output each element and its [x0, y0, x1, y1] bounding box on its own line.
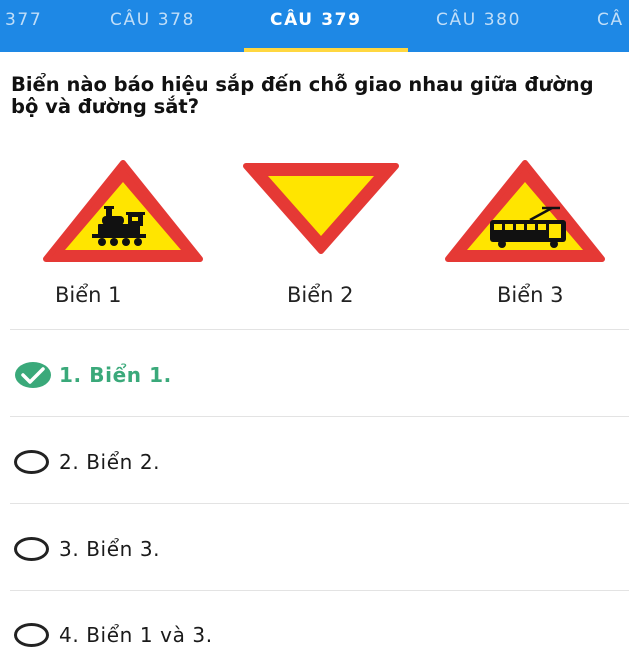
- answer-option-3[interactable]: 3. Biển 3.: [0, 530, 629, 570]
- divider: [10, 329, 629, 330]
- answer-option-1[interactable]: 1. Biển 1.: [0, 356, 629, 396]
- tab-question-381[interactable]: CÂ: [597, 0, 624, 52]
- give-way-sign-icon: [243, 163, 399, 254]
- answer-option-2-label: 2. Biển 2.: [59, 450, 161, 474]
- tab-question-377[interactable]: 377: [5, 0, 42, 52]
- sign-label-2: Biển 2: [287, 283, 354, 307]
- active-tab-indicator: [244, 48, 408, 52]
- answer-option-1-label: 1. Biển 1.: [59, 363, 172, 387]
- sign-label-3: Biển 3: [497, 283, 564, 307]
- tab-question-379[interactable]: CÂU 379: [270, 0, 362, 52]
- answer-option-4[interactable]: 4. Biển 1 và 3.: [0, 616, 629, 656]
- answer-option-3-label: 3. Biển 3.: [59, 537, 161, 561]
- radio-button-icon[interactable]: [14, 623, 49, 647]
- train-warning-sign-icon: [43, 160, 203, 262]
- answer-option-4-label: 4. Biển 1 và 3.: [59, 623, 213, 647]
- radio-button-icon[interactable]: [14, 450, 49, 474]
- tab-question-380[interactable]: CÂU 380: [436, 0, 521, 52]
- check-icon: [15, 362, 51, 388]
- answer-option-2[interactable]: 2. Biển 2.: [0, 443, 629, 483]
- tab-question-378[interactable]: CÂU 378: [110, 0, 195, 52]
- tram-warning-sign-icon: [445, 160, 605, 262]
- sign-label-1: Biển 1: [55, 283, 122, 307]
- question-tab-bar: 377 CÂU 378 CÂU 379 CÂU 380 CÂ: [0, 0, 629, 52]
- radio-button-icon[interactable]: [14, 537, 49, 561]
- question-text: Biển nào báo hiệu sắp đến chỗ giao nhau …: [11, 73, 594, 118]
- divider: [10, 416, 629, 417]
- divider: [10, 503, 629, 504]
- divider: [10, 590, 629, 591]
